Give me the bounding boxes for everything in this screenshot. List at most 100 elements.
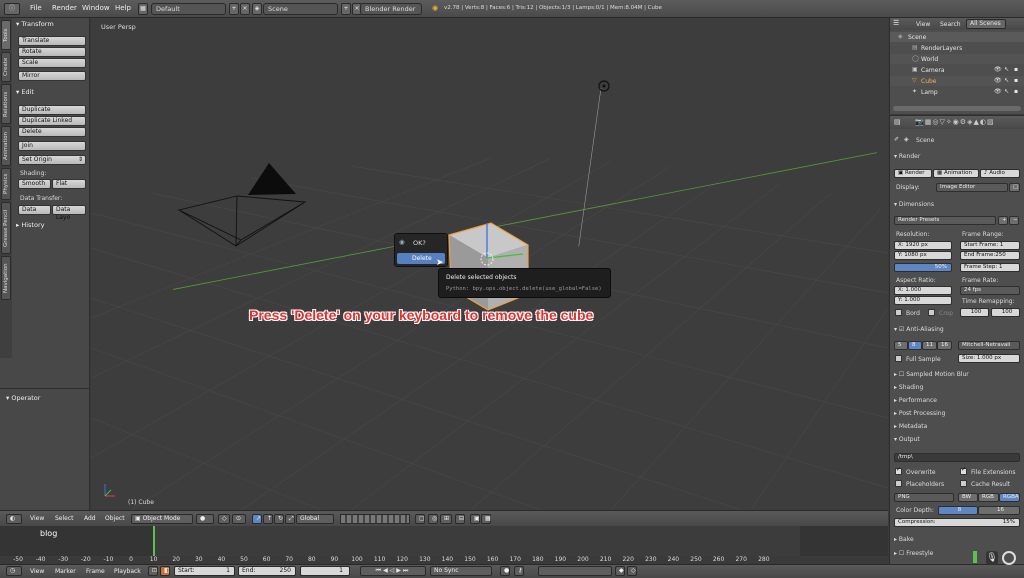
insert-keyframe-icon[interactable]: ◆ — [615, 566, 625, 576]
context-icons[interactable]: 📷▦◎▽✧◉⚙◈▲◐▨ — [915, 118, 995, 126]
editor-type-icon[interactable]: ◐ — [6, 514, 22, 524]
viewport-shading-select[interactable]: ● — [196, 514, 214, 524]
delete-button[interactable]: Delete — [18, 127, 86, 137]
tab-relations[interactable]: Relations — [1, 84, 11, 124]
select-arrow-icon[interactable]: ↖ — [1004, 66, 1009, 73]
lock-interface-icon[interactable]: ▢ — [1009, 183, 1020, 192]
output-panel-header[interactable]: ▾ Output — [894, 436, 920, 443]
aa-samples-16[interactable]: 16 — [937, 341, 952, 350]
color-bw-button[interactable]: BW — [958, 493, 978, 502]
render-audio-button[interactable]: ♪ Audio — [980, 169, 1020, 178]
camera-object[interactable] — [177, 195, 307, 247]
post-processing-panel-header[interactable]: ▸ Post Processing — [894, 410, 945, 417]
select-arrow-icon[interactable]: ↖ — [1004, 88, 1009, 95]
microphone-icon[interactable]: 🎙 — [986, 551, 998, 565]
anti-aliasing-panel-header[interactable]: ▾ ☑ Anti-Aliasing — [894, 326, 944, 333]
edit-header[interactable]: ▾ Edit — [16, 88, 34, 96]
placeholders-checkbox[interactable] — [895, 480, 902, 487]
start-frame-field[interactable]: Start Frame: 1 — [960, 241, 1020, 250]
border-checkbox[interactable] — [895, 309, 902, 316]
overwrite-checkbox[interactable] — [895, 466, 902, 475]
color-depth-8-button[interactable]: 8 — [938, 506, 978, 515]
3d-viewport[interactable]: User Persp (1) Cube ◉ OK? Delete ➤ Delet… — [91, 18, 888, 510]
render-animation-button[interactable]: ▦ Animation — [933, 169, 979, 178]
info-editor-icon[interactable]: ⓘ — [4, 3, 20, 15]
aa-samples-5[interactable]: 5 — [894, 341, 908, 350]
resolution-x-field[interactable]: X: 1920 px — [894, 241, 952, 250]
cache-result-checkbox[interactable] — [960, 480, 967, 487]
outliner-scrollbar[interactable] — [893, 106, 1021, 111]
timeline-marker-menu[interactable]: Marker — [55, 568, 76, 575]
render-camera-icon[interactable]: ▪ — [1014, 66, 1018, 73]
preset-add-icon[interactable]: + — [998, 216, 1008, 225]
compression-slider[interactable]: Compression: 15% — [894, 518, 1020, 527]
flat-button[interactable]: Flat — [52, 179, 86, 189]
color-rgb-button[interactable]: RGB — [978, 493, 999, 502]
visibility-eye-icon[interactable]: 👁 — [994, 88, 1002, 95]
auto-keying-icon[interactable]: ● — [500, 566, 510, 576]
color-depth-16-button[interactable]: 16 — [978, 506, 1020, 515]
outliner-row-scene[interactable]: ◈ Scene — [890, 32, 1024, 42]
timeline-editor-icon[interactable]: ◷ — [6, 566, 22, 576]
scale-button[interactable]: Scale — [18, 58, 86, 68]
performance-panel-header[interactable]: ▸ Performance — [894, 397, 937, 404]
motion-blur-panel-header[interactable]: ▸ ☐ Sampled Motion Blur — [894, 371, 969, 378]
menu-window[interactable]: Window — [82, 4, 110, 12]
timeline-view-menu[interactable]: View — [30, 568, 44, 575]
layer-buttons[interactable] — [340, 514, 410, 524]
transform-orientation-select[interactable]: Global — [296, 514, 334, 524]
join-button[interactable]: Join — [18, 141, 86, 151]
bake-panel-header[interactable]: ▸ Bake — [894, 536, 914, 543]
timeline[interactable]: -50 -40 -30 -20 -10 0 10 20 30 40 50 60 70 80 90 100 110… — [0, 526, 888, 564]
time-lock-icon[interactable]: ◧ — [160, 566, 170, 576]
outliner-row-camera[interactable]: ▣ Camera 👁 ↖ ▪ — [890, 65, 1024, 75]
layout-icon[interactable]: ▦ — [138, 3, 148, 15]
record-circle-icon[interactable] — [1002, 551, 1016, 565]
select-menu[interactable]: Select — [55, 515, 74, 522]
tab-tools[interactable]: Tools — [1, 20, 11, 50]
mirror-button[interactable]: Mirror — [18, 71, 86, 81]
display-select[interactable]: Image Editor — [936, 183, 1008, 192]
metadata-panel-header[interactable]: ▸ Metadata — [894, 423, 927, 430]
resolution-y-field[interactable]: Y: 1080 px — [894, 251, 952, 260]
select-arrow-icon[interactable]: ↖ — [1004, 77, 1009, 84]
history-header[interactable]: ▸ History — [16, 221, 44, 229]
layer-lock-icon[interactable]: ▢ — [415, 514, 425, 524]
outliner-row-lamp[interactable]: ✦ Lamp 👁 ↖ ▪ — [890, 87, 1024, 97]
motion-blur-checkbox[interactable]: ☐ — [899, 371, 904, 378]
layout-select[interactable]: Default — [151, 3, 226, 15]
visibility-eye-icon[interactable]: 👁 — [994, 66, 1002, 73]
set-origin-button[interactable]: Set Origin ⇕ — [18, 155, 86, 165]
menu-help[interactable]: Help — [115, 4, 131, 12]
manipulator-toggle-icon[interactable]: ↗ — [252, 514, 262, 524]
tab-navigation[interactable]: Navigation — [1, 256, 11, 300]
object-menu[interactable]: Object — [105, 515, 125, 522]
aspect-y-field[interactable]: Y: 1.000 — [894, 296, 952, 305]
scale-manipulator-icon[interactable]: ⤢ — [285, 514, 295, 524]
keying-set-select[interactable] — [538, 566, 612, 576]
frame-rate-select[interactable]: 24 fps — [960, 286, 1020, 295]
keying-set-icon[interactable]: ⚷ — [514, 566, 524, 576]
render-camera-icon[interactable]: ▪ — [1014, 77, 1018, 84]
proportional-edit-icon[interactable]: ◎ — [428, 514, 438, 524]
timeline-frame-menu[interactable]: Frame — [86, 568, 105, 575]
outliner-view-menu[interactable]: View — [916, 21, 930, 28]
add-menu[interactable]: Add — [84, 515, 96, 522]
render-panel-header[interactable]: ▾ Render — [894, 153, 920, 160]
layout-remove-icon[interactable]: × — [240, 3, 250, 15]
shading-panel-header[interactable]: ▸ Shading — [894, 384, 923, 391]
end-frame-field[interactable]: End Frame:250 — [960, 251, 1020, 260]
duplicate-linked-button[interactable]: Duplicate Linked — [18, 116, 86, 126]
anti-aliasing-checkbox[interactable]: ☑ — [899, 326, 904, 333]
render-anim-icon[interactable]: ▦ — [481, 514, 491, 524]
output-path-field[interactable]: /tmp\ — [894, 453, 1020, 462]
transform-header[interactable]: ▾ Transform — [16, 20, 54, 28]
scene-select[interactable]: Scene — [263, 3, 338, 15]
render-image-button[interactable]: ▣ Render — [894, 169, 932, 178]
aa-samples-8[interactable]: 8 — [908, 341, 922, 350]
current-frame-input[interactable]: 1 — [300, 566, 350, 576]
freestyle-panel-header[interactable]: ▸ ☐ Freestyle — [894, 550, 933, 557]
menu-file[interactable]: File — [30, 4, 42, 12]
tab-create[interactable]: Create — [1, 52, 11, 82]
operator-header[interactable]: ▾ Operator — [6, 394, 40, 402]
